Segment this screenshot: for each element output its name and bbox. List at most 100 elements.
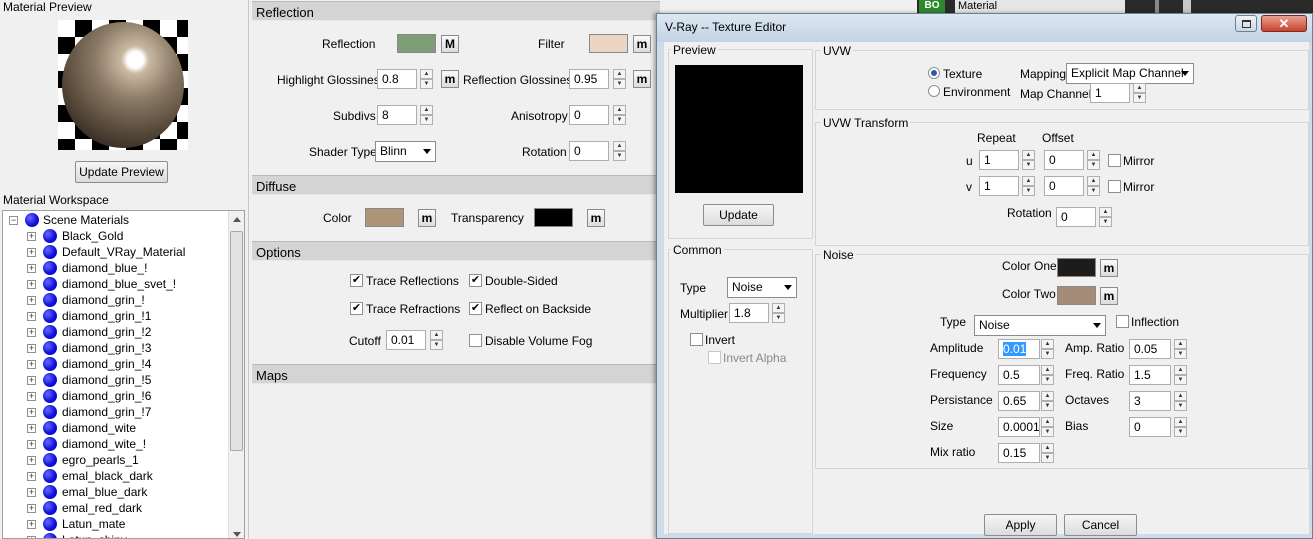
subdivs-spinner[interactable]: ▲ ▼	[420, 105, 433, 125]
tree-item[interactable]: diamond_blue_!	[62, 261, 147, 275]
uv-rotation-field[interactable]: 0	[1056, 207, 1096, 227]
noise-type-select[interactable]: Noise	[974, 315, 1106, 336]
environment-radio[interactable]	[928, 85, 940, 97]
tree-item[interactable]: emal_black_dark	[62, 469, 153, 483]
reflect-on-backside-checkbox[interactable]: ✔	[469, 302, 482, 315]
tree-item[interactable]: diamond_wite_!	[62, 437, 146, 451]
trace-reflections-checkbox[interactable]: ✔	[350, 274, 363, 287]
expand-icon[interactable]: +	[27, 296, 36, 305]
expand-icon[interactable]: +	[27, 392, 36, 401]
freq-ratio-spinner[interactable]: ▲ ▼	[1174, 365, 1187, 385]
restore-button[interactable]	[1235, 15, 1257, 32]
update-preview-button[interactable]: Update Preview	[75, 161, 168, 183]
amplitude-spinner[interactable]: ▲ ▼	[1041, 339, 1054, 359]
expand-icon[interactable]: +	[27, 328, 36, 337]
cancel-button[interactable]: Cancel	[1064, 514, 1137, 536]
expand-icon[interactable]: +	[27, 232, 36, 241]
scroll-up-icon[interactable]	[233, 217, 241, 222]
tree-root-label[interactable]: Scene Materials	[43, 213, 129, 227]
persistance-field[interactable]: 0.65	[998, 391, 1040, 411]
inflection-checkbox[interactable]	[1116, 315, 1129, 328]
reflection-header[interactable]: Reflection	[252, 1, 660, 21]
mix-ratio-field[interactable]: 0.15	[998, 443, 1040, 463]
color-one-map-button[interactable]: m	[1100, 259, 1118, 277]
invert-checkbox[interactable]	[690, 333, 703, 346]
expand-icon[interactable]: +	[27, 488, 36, 497]
bias-field[interactable]: 0	[1129, 417, 1171, 437]
tree-scrollbar[interactable]	[228, 211, 244, 538]
uv-rotation-spinner[interactable]: ▲ ▼	[1099, 207, 1112, 227]
tree-item[interactable]: emal_red_dark	[62, 501, 142, 515]
anisotropy-field[interactable]: 0	[569, 105, 609, 125]
highlight-glossiness-map-button[interactable]: m	[441, 70, 459, 88]
expand-icon[interactable]: +	[27, 408, 36, 417]
transparency-map-button[interactable]: m	[587, 209, 605, 227]
frequency-field[interactable]: 0.5	[998, 365, 1040, 385]
options-header[interactable]: Options	[252, 241, 660, 261]
persistance-spinner[interactable]: ▲ ▼	[1041, 391, 1054, 411]
diffuse-header[interactable]: Diffuse	[252, 175, 660, 195]
bias-spinner[interactable]: ▲ ▼	[1174, 417, 1187, 437]
expand-icon[interactable]: +	[27, 360, 36, 369]
maps-header[interactable]: Maps	[252, 364, 660, 384]
scroll-thumb[interactable]	[230, 231, 243, 451]
map-channel-spinner[interactable]: ▲ ▼	[1133, 83, 1146, 103]
color-one-swatch[interactable]	[1057, 258, 1096, 277]
expand-icon[interactable]: +	[27, 312, 36, 321]
size-field[interactable]: 0.0001	[998, 417, 1040, 437]
tree-item[interactable]: diamond_blue_svet_!	[62, 277, 176, 291]
tree-item[interactable]: diamond_grin_!4	[62, 357, 151, 371]
transparency-color-swatch[interactable]	[534, 208, 573, 227]
scroll-down-icon[interactable]	[233, 532, 241, 537]
cutoff-field[interactable]: 0.01	[386, 330, 426, 350]
tree-item[interactable]: diamond_grin_!2	[62, 325, 151, 339]
tree-item[interactable]: egro_pearls_1	[62, 453, 139, 467]
tree-item[interactable]: diamond_grin_!7	[62, 405, 151, 419]
rotation-spinner[interactable]: ▲ ▼	[613, 141, 626, 161]
u-offset-field[interactable]: 0	[1044, 150, 1084, 170]
expand-icon[interactable]: +	[27, 456, 36, 465]
invert-alpha-checkbox[interactable]	[708, 351, 721, 364]
size-spinner[interactable]: ▲ ▼	[1041, 417, 1054, 437]
expand-icon[interactable]: +	[27, 424, 36, 433]
tree-item[interactable]: Latun_shiny	[62, 533, 127, 538]
color-two-map-button[interactable]: m	[1100, 287, 1118, 305]
frequency-spinner[interactable]: ▲ ▼	[1041, 365, 1054, 385]
diffuse-map-button[interactable]: m	[418, 209, 436, 227]
map-channel-field[interactable]: 1	[1090, 83, 1130, 103]
reflection-glossiness-spinner[interactable]: ▲ ▼	[613, 69, 626, 89]
expand-icon[interactable]: +	[27, 248, 36, 257]
filter-color-swatch[interactable]	[589, 34, 628, 53]
expand-icon[interactable]: +	[27, 472, 36, 481]
expand-icon[interactable]: +	[27, 520, 36, 529]
amp-ratio-field[interactable]: 0.05	[1129, 339, 1171, 359]
anisotropy-spinner[interactable]: ▲ ▼	[613, 105, 626, 125]
reflection-color-swatch[interactable]	[397, 34, 436, 53]
highlight-glossiness-spinner[interactable]: ▲ ▼	[420, 69, 433, 89]
reflection-glossiness-map-button[interactable]: m	[633, 70, 651, 88]
color-two-swatch[interactable]	[1057, 286, 1096, 305]
reflection-glossiness-field[interactable]: 0.95	[569, 69, 609, 89]
material-tree[interactable]: − Scene Materials + Black_Gold + Default_VR…	[2, 210, 245, 539]
texture-type-select[interactable]: Noise	[727, 277, 797, 298]
shader-type-select[interactable]: Blinn	[375, 141, 436, 162]
tree-item[interactable]: diamond_grin_!1	[62, 309, 151, 323]
u-repeat-field[interactable]: 1	[979, 150, 1019, 170]
u-offset-spinner[interactable]: ▲ ▼	[1087, 150, 1100, 170]
diffuse-color-swatch[interactable]	[365, 208, 404, 227]
trace-refractions-checkbox[interactable]: ✔	[350, 302, 363, 315]
v-repeat-field[interactable]: 1	[979, 176, 1019, 196]
tree-item[interactable]: Black_Gold	[62, 229, 123, 243]
v-mirror-checkbox[interactable]	[1108, 180, 1121, 193]
expand-icon[interactable]: +	[27, 280, 36, 289]
tree-item[interactable]: Default_VRay_Material	[62, 245, 185, 259]
tree-item[interactable]: diamond_grin_!	[62, 293, 145, 307]
tree-item[interactable]: diamond_wite	[62, 421, 136, 435]
multiplier-spinner[interactable]: ▲ ▼	[772, 303, 785, 323]
multiplier-field[interactable]: 1.8	[729, 303, 769, 323]
amplitude-field[interactable]: 0.01	[998, 339, 1040, 359]
subdivs-field[interactable]: 8	[377, 105, 417, 125]
expand-icon[interactable]: +	[27, 504, 36, 513]
apply-button[interactable]: Apply	[984, 514, 1057, 536]
collapse-icon[interactable]: −	[9, 216, 18, 225]
